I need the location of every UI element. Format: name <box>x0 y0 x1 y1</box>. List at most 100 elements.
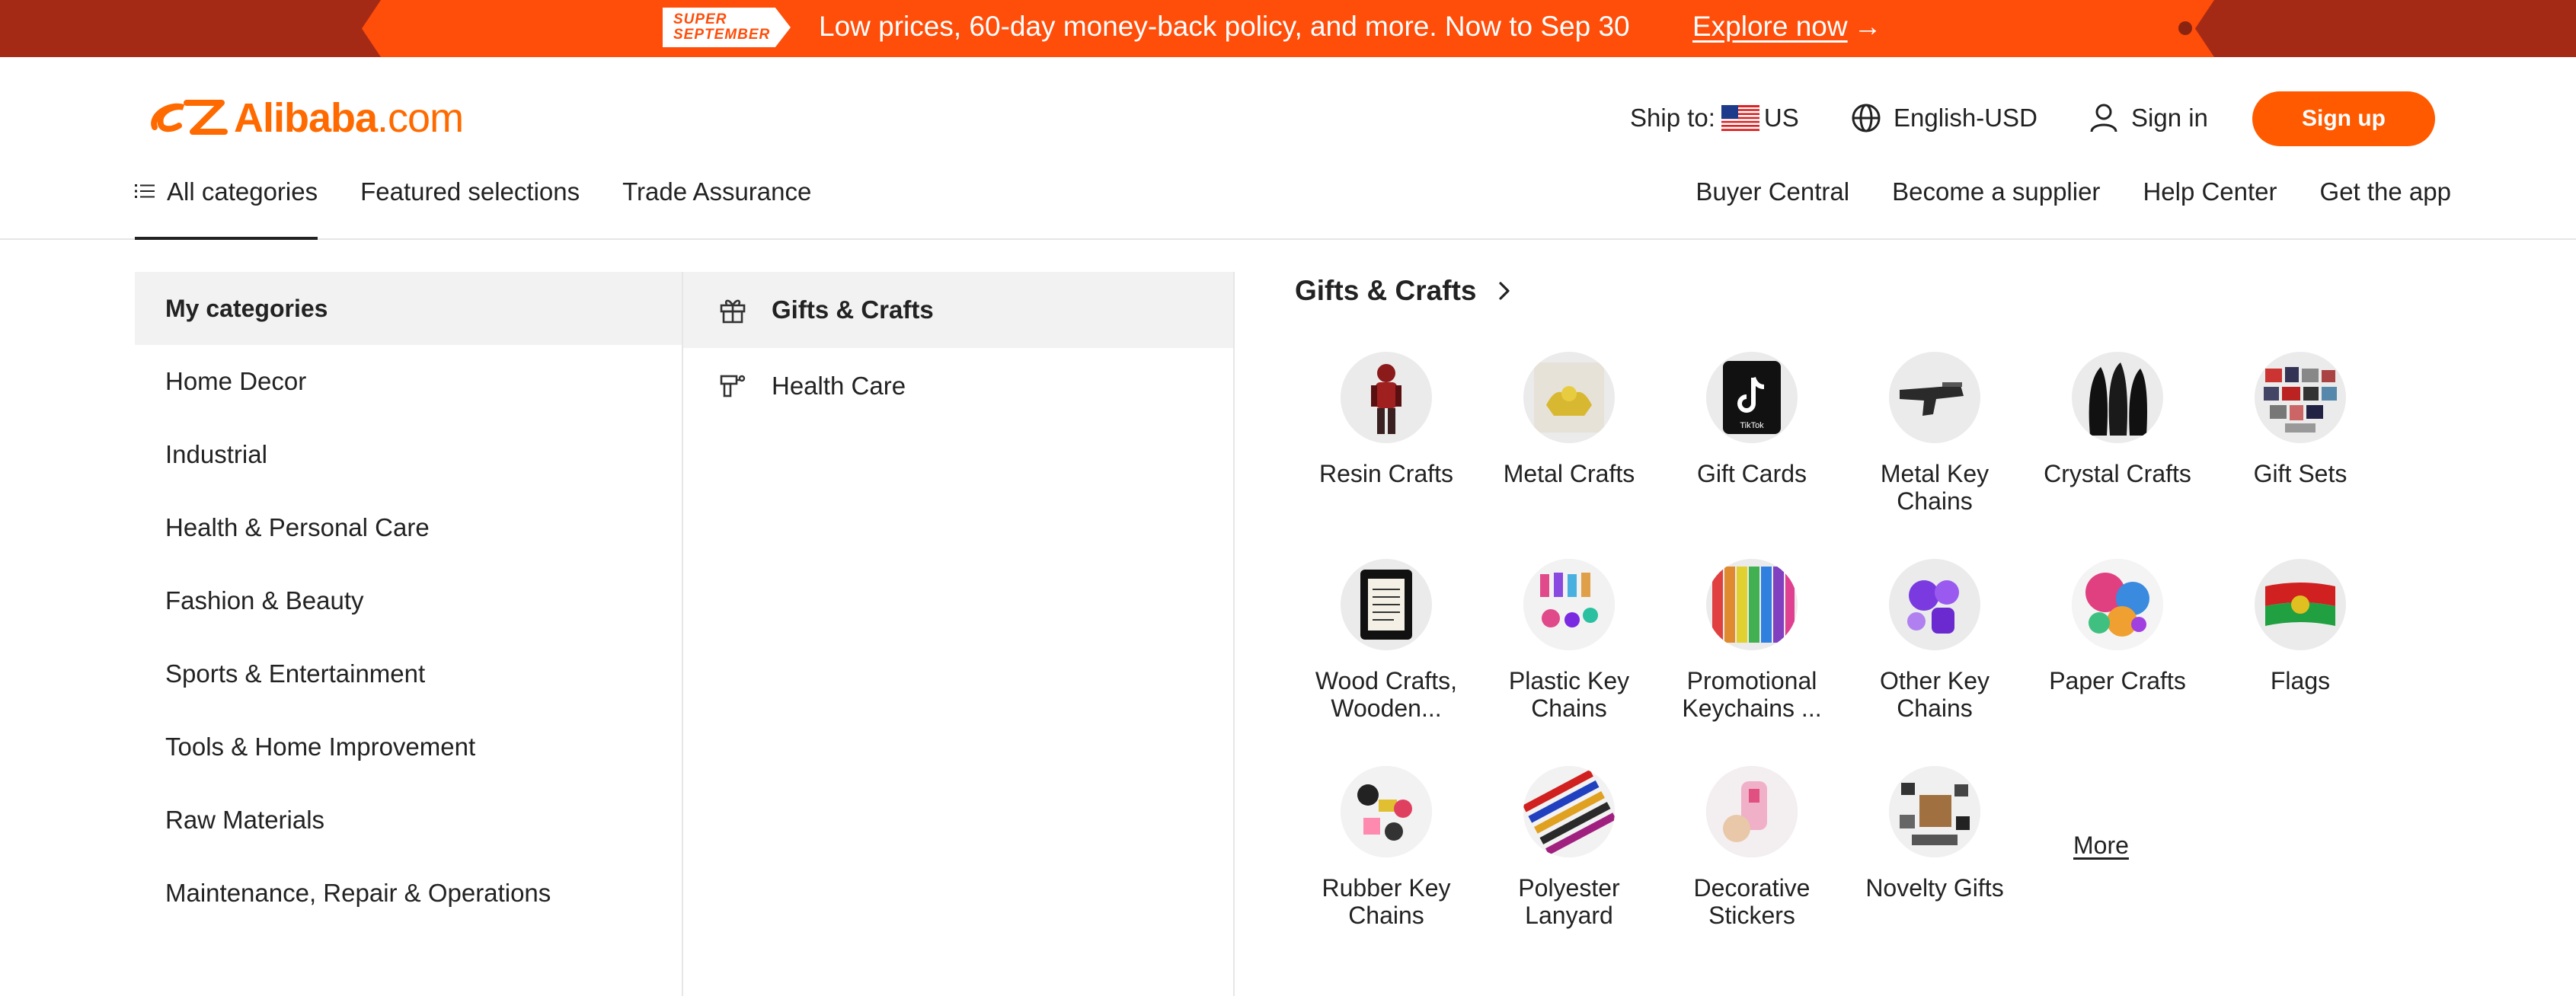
tile-label: Resin Crafts <box>1318 460 1454 487</box>
ship-to-label: Ship to: <box>1630 104 1715 132</box>
sidebar-item-maintenance-repair[interactable]: Maintenance, Repair & Operations <box>135 857 682 930</box>
panel-title-label: Gifts & Crafts <box>1295 275 1477 306</box>
sidebar-item-fashion-beauty[interactable]: Fashion & Beauty <box>135 564 682 637</box>
novelty-gift-icon <box>1889 766 1980 857</box>
tile-flags[interactable]: Flags <box>2209 559 2392 694</box>
tile-crystal-crafts[interactable]: Crystal Crafts <box>2026 352 2209 487</box>
arrow-right-icon: → <box>1853 11 1882 42</box>
sidebar-item-tools-home-improvement[interactable]: Tools & Home Improvement <box>135 710 682 784</box>
tile-gift-cards[interactable]: TikTok Gift Cards <box>1660 352 1843 487</box>
sign-up-button[interactable]: Sign up <box>2252 91 2435 146</box>
gift-set-icon <box>2255 352 2346 443</box>
banner-right-edge <box>2195 0 2576 57</box>
rubber-keychain-icon <box>1341 766 1432 857</box>
nav-all-categories-label: All categories <box>167 177 318 206</box>
menu-list-icon <box>135 184 155 199</box>
sidebar-item-raw-materials[interactable]: Raw Materials <box>135 784 682 857</box>
tile-label: Metal Key Chains <box>1880 460 1990 515</box>
nav-trade-assurance[interactable]: Trade Assurance <box>622 171 811 240</box>
tile-polyester-lanyard[interactable]: Polyester Lanyard <box>1478 766 1660 929</box>
gift-card-label: TikTok <box>1740 421 1764 430</box>
tile-plastic-key-chains[interactable]: Plastic Key Chains <box>1478 559 1660 722</box>
nav-featured-selections[interactable]: Featured selections <box>360 171 580 240</box>
category-panel: Gifts & Crafts Resin Crafts Metal Crafts… <box>1295 272 2460 996</box>
tile-label: Decorative Stickers <box>1693 874 1811 929</box>
promo-keychain-icon <box>1706 559 1798 650</box>
logo-text: Alibaba.com <box>234 94 464 142</box>
site-header: Alibaba.com Ship to: US English-USD Sign… <box>0 57 2576 240</box>
banner-text: Low prices, 60-day money-back policy, an… <box>819 11 1630 42</box>
plastic-keychain-icon <box>1523 559 1615 650</box>
subcategory-gifts-crafts-label: Gifts & Crafts <box>772 295 934 324</box>
subcategory-gifts-crafts[interactable]: Gifts & Crafts <box>683 272 1233 348</box>
explore-now-link[interactable]: Explore now → <box>1692 10 1882 43</box>
logo-name: Alibaba <box>234 95 378 141</box>
nav-all-categories[interactable]: All categories <box>135 171 318 240</box>
other-keychain-icon <box>1889 559 1980 650</box>
nav-become-supplier[interactable]: Become a supplier <box>1892 177 2100 206</box>
sign-in-link[interactable]: Sign in <box>2087 91 2208 145</box>
my-categories-heading[interactable]: My categories <box>135 272 682 345</box>
more-link[interactable]: More <box>2073 832 2129 860</box>
logo-suffix: .com <box>377 95 464 141</box>
alibaba-logo-icon <box>151 100 228 135</box>
explore-now-label[interactable]: Explore now <box>1692 11 1848 42</box>
crystal-craft-icon <box>2072 352 2163 443</box>
wood-frame-icon <box>1341 559 1432 650</box>
category-sidebar: My categories Home Decor Industrial Heal… <box>135 272 683 996</box>
tile-label: Other Key Chains <box>1879 667 1990 722</box>
globe-icon <box>1852 104 1881 132</box>
resin-figure-icon <box>1341 352 1432 443</box>
chevron-right-icon <box>1499 282 1510 300</box>
tile-label: Gift Sets <box>2253 460 2347 487</box>
tile-gift-sets[interactable]: Gift Sets <box>2209 352 2392 487</box>
tile-label: Promotional Keychains ... <box>1682 667 1822 722</box>
tile-label: Flags <box>2270 667 2331 694</box>
user-icon <box>2090 104 2117 132</box>
lanyard-icon <box>1523 766 1615 857</box>
alibaba-logo[interactable]: Alibaba.com <box>149 94 464 142</box>
secondary-nav: Buyer Central Become a supplier Help Cen… <box>1653 177 2451 206</box>
tile-novelty-gifts[interactable]: Novelty Gifts <box>1843 766 2026 902</box>
tile-metal-crafts[interactable]: Metal Crafts <box>1478 352 1660 487</box>
tile-metal-key-chains[interactable]: Metal Key Chains <box>1843 352 2026 515</box>
badge-line1: SUPER <box>673 11 727 27</box>
tile-label: Polyester Lanyard <box>1518 874 1620 929</box>
subcategory-health-care-label: Health Care <box>772 372 906 400</box>
sticker-icon <box>1706 766 1798 857</box>
banner-dot <box>2178 21 2192 35</box>
tile-label: Paper Crafts <box>2049 667 2186 694</box>
tile-promotional-keychains[interactable]: Promotional Keychains ... <box>1660 559 1843 722</box>
promo-banner[interactable]: SUPER SEPTEMBER Low prices, 60-day money… <box>0 0 2576 57</box>
nav-buyer-central[interactable]: Buyer Central <box>1695 177 1849 206</box>
pistol-keychain-icon <box>1889 352 1980 443</box>
tile-wood-crafts[interactable]: Wood Crafts, Wooden... <box>1295 559 1478 722</box>
spray-icon <box>720 375 746 397</box>
subcategory-list: Gifts & Crafts Health Care <box>683 272 1235 996</box>
sidebar-item-health-personal-care[interactable]: Health & Personal Care <box>135 491 682 564</box>
language-selector[interactable]: English-USD <box>1849 91 2037 145</box>
tile-label: Crystal Crafts <box>2044 460 2191 487</box>
tile-decorative-stickers[interactable]: Decorative Stickers <box>1660 766 1843 929</box>
nav-get-the-app[interactable]: Get the app <box>2320 177 2451 206</box>
sidebar-item-home-decor[interactable]: Home Decor <box>135 345 682 418</box>
tile-resin-crafts[interactable]: Resin Crafts <box>1295 352 1478 487</box>
tile-label: Wood Crafts, Wooden... <box>1315 667 1458 722</box>
tile-label: Gift Cards <box>1696 460 1807 487</box>
tile-label: Rubber Key Chains <box>1322 874 1451 929</box>
tile-other-key-chains[interactable]: Other Key Chains <box>1843 559 2026 722</box>
subcategory-health-care[interactable]: Health Care <box>683 348 1233 424</box>
tile-rubber-key-chains[interactable]: Rubber Key Chains <box>1295 766 1478 929</box>
panel-title[interactable]: Gifts & Crafts <box>1295 272 1516 310</box>
ship-to-country: US <box>1763 104 1799 132</box>
sidebar-item-industrial[interactable]: Industrial <box>135 418 682 491</box>
metal-craft-icon <box>1523 352 1615 443</box>
primary-nav: All categories Featured selections Trade… <box>135 171 854 240</box>
nav-help-center[interactable]: Help Center <box>2143 177 2277 206</box>
tiktok-card-icon: TikTok <box>1706 352 1798 443</box>
tile-label: Plastic Key Chains <box>1508 667 1630 722</box>
sidebar-item-sports-entertainment[interactable]: Sports & Entertainment <box>135 637 682 710</box>
tile-paper-crafts[interactable]: Paper Crafts <box>2026 559 2209 694</box>
paper-craft-icon <box>2072 559 2163 650</box>
ship-to-selector[interactable]: Ship to: US <box>1630 91 1799 145</box>
